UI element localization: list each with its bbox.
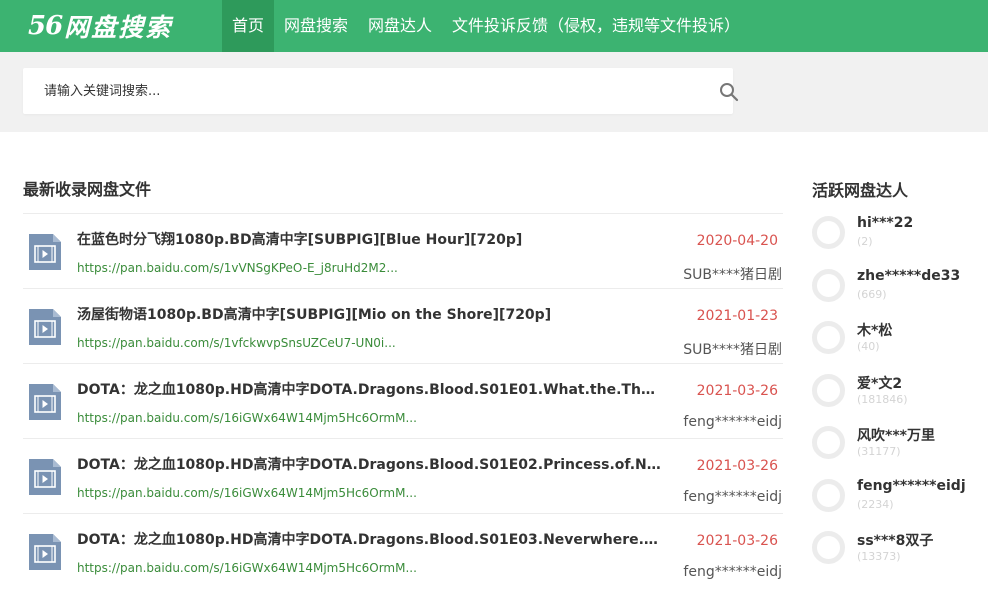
file-uploader[interactable]: feng******eidj — [683, 489, 782, 505]
file-date: 2021-03-26 — [696, 458, 778, 474]
video-file-icon — [29, 534, 61, 570]
user-name[interactable]: 爱*文2 — [857, 373, 902, 393]
file-row: DOTA：龙之血1080p.HD高清中字DOTA.Dragons.Blood.S… — [23, 363, 783, 438]
search-box — [23, 68, 739, 114]
user-list-item: ss***8双子 (13373) — [812, 529, 982, 582]
user-file-count: (40) — [857, 340, 880, 353]
file-link[interactable]: https://pan.baidu.com/s/1vfckwvpSnsUZCeU… — [77, 336, 417, 350]
user-list-item: zhe*****de33 (669) — [812, 267, 982, 320]
user-file-count: (13373) — [857, 550, 901, 563]
user-name[interactable]: feng******eidj — [857, 478, 966, 494]
file-date: 2021-03-26 — [696, 383, 778, 399]
nav-pan-search[interactable]: 网盘搜索 — [274, 0, 358, 52]
user-file-count: (2234) — [857, 497, 894, 511]
file-title[interactable]: DOTA：龙之血1080p.HD高清中字DOTA.Dragons.Blood.S… — [77, 529, 662, 549]
avatar[interactable] — [812, 373, 845, 407]
user-name[interactable]: ss***8双子 — [857, 530, 933, 550]
file-row: 在蓝色时分飞翔1080p.BD高清中字[SUBPIG][Blue Hour][7… — [23, 213, 783, 288]
file-uploader[interactable]: feng******eidj — [683, 564, 782, 580]
file-row: DOTA：龙之血1080p.HD高清中字DOTA.Dragons.Blood.S… — [23, 438, 783, 513]
user-name[interactable]: 木*松 — [857, 320, 892, 340]
user-file-count: (669) — [857, 287, 887, 301]
avatar[interactable] — [812, 321, 845, 354]
user-file-count: (31177) — [857, 445, 901, 458]
user-file-count: (181846) — [857, 392, 908, 406]
user-file-count: (2) — [857, 235, 873, 248]
file-title[interactable]: 汤屋街物语1080p.BD高清中字[SUBPIG][Mio on the Sho… — [77, 304, 662, 324]
file-uploader[interactable]: SUB****猪日剧 — [683, 339, 782, 359]
avatar[interactable] — [812, 268, 845, 302]
file-link[interactable]: https://pan.baidu.com/s/16iGWx64W14Mjm5H… — [77, 486, 417, 500]
avatar[interactable] — [812, 531, 845, 564]
nav-pan-experts[interactable]: 网盘达人 — [358, 0, 442, 52]
user-list-item: 爱*文2 (181846) — [812, 372, 982, 425]
file-uploader[interactable]: feng******eidj — [683, 414, 782, 430]
site-logo[interactable]: 56 网盘搜索 — [28, 8, 172, 44]
latest-files-title: 最新收录网盘文件 — [23, 180, 152, 199]
file-link[interactable]: https://pan.baidu.com/s/16iGWx64W14Mjm5H… — [77, 561, 417, 575]
file-date: 2020-04-20 — [696, 233, 778, 249]
user-list-item: 木*松 (40) — [812, 319, 982, 372]
user-list-item: feng******eidj (2234) — [812, 477, 982, 530]
file-row: 汤屋街物语1080p.BD高清中字[SUBPIG][Mio on the Sho… — [23, 288, 783, 363]
file-link[interactable]: https://pan.baidu.com/s/16iGWx64W14Mjm5H… — [77, 411, 417, 425]
search-input[interactable] — [23, 68, 683, 114]
file-list: 在蓝色时分飞翔1080p.BD高清中字[SUBPIG][Blue Hour][7… — [23, 213, 783, 588]
file-title[interactable]: 在蓝色时分飞翔1080p.BD高清中字[SUBPIG][Blue Hour][7… — [77, 229, 662, 249]
file-date: 2021-01-23 — [696, 308, 778, 324]
avatar[interactable] — [812, 426, 845, 459]
main-nav: 首页 网盘搜索 网盘达人 文件投诉反馈（侵权，违规等文件投诉） — [222, 0, 750, 52]
user-name[interactable]: zhe*****de33 — [857, 268, 960, 284]
nav-complaint[interactable]: 文件投诉反馈（侵权，违规等文件投诉） — [442, 0, 750, 52]
file-date: 2021-03-26 — [696, 533, 778, 549]
user-list-item: hi***22 (2) — [812, 214, 982, 267]
video-file-icon — [29, 234, 61, 270]
search-band — [0, 52, 988, 132]
active-users-title: 活跃网盘达人 — [812, 181, 909, 200]
video-file-icon — [29, 384, 61, 420]
file-uploader[interactable]: SUB****猪日剧 — [683, 264, 782, 284]
top-header: 56 网盘搜索 首页 网盘搜索 网盘达人 文件投诉反馈（侵权，违规等文件投诉） — [0, 0, 988, 52]
video-file-icon — [29, 459, 61, 495]
active-user-list: hi***22 (2) zhe*****de33 (669) 木*松 (40) … — [812, 214, 982, 582]
file-title[interactable]: DOTA：龙之血1080p.HD高清中字DOTA.Dragons.Blood.S… — [77, 379, 662, 399]
avatar[interactable] — [812, 478, 845, 512]
logo-text: 网盘搜索 — [64, 13, 173, 42]
user-list-item: 风吹***万里 (31177) — [812, 424, 982, 477]
file-link[interactable]: https://pan.baidu.com/s/1vVNSgKPeO-E_j8r… — [77, 261, 417, 275]
logo-number: 56 — [28, 11, 63, 41]
video-file-icon — [29, 309, 61, 345]
nav-home[interactable]: 首页 — [222, 0, 275, 52]
file-row: DOTA：龙之血1080p.HD高清中字DOTA.Dragons.Blood.S… — [23, 513, 783, 588]
file-title[interactable]: DOTA：龙之血1080p.HD高清中字DOTA.Dragons.Blood.S… — [77, 454, 662, 474]
user-name[interactable]: 风吹***万里 — [857, 425, 935, 445]
user-name[interactable]: hi***22 — [857, 215, 913, 231]
avatar[interactable] — [812, 216, 845, 249]
search-icon[interactable] — [719, 82, 739, 102]
